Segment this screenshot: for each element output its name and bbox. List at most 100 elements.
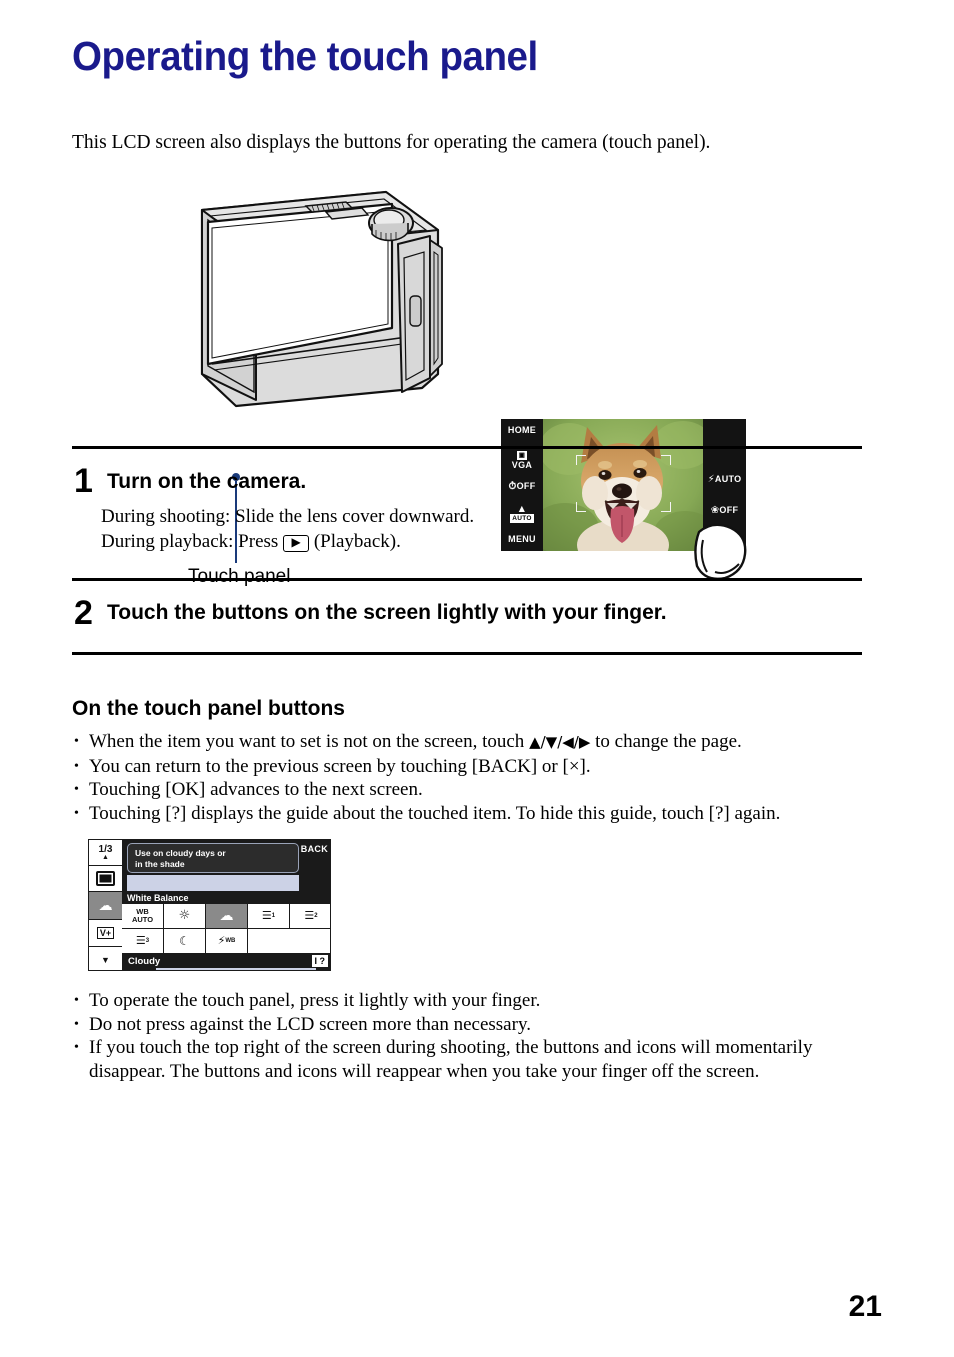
face-detection-label: AUTO [510,514,534,523]
step-1-line-2-post: (Playback). [309,531,401,552]
face-detection-button[interactable]: ▲ AUTO [501,505,543,523]
wb-menu-title: White Balance [127,893,189,903]
intro-paragraph: This LCD screen also displays the button… [72,132,711,153]
menu-button[interactable]: MENU [501,534,543,544]
screen-glyph [96,871,115,886]
wb-preview-strip [127,875,299,891]
wb-auto-option[interactable]: WB AUTO [122,904,164,929]
wb-options-grid: WB AUTO ☼ ☁ ☰ 1 ☰ 2 ☰ 3 ☾ ⚡ WB [122,904,330,954]
wb-fluorescent-2-option[interactable]: ☰ 2 [290,904,330,929]
bullet-list-top: When the item you want to set is not on … [72,730,780,825]
lcd-right-button-rail: ⚡AUTO ❀OFF DISP [703,419,746,551]
step-1-line-2: During playback: Press ▶ (Playback). [101,529,401,554]
af-frame-corner-tr [661,455,671,465]
step-1-heading: Turn on the camera. [107,470,307,493]
white-balance-menu-screenshot: 1/3 ▲ ☁ V+ ▼ Use on cloudy days or in th… [88,839,331,971]
self-timer-icon: ⏱ [508,481,517,492]
wb-guide-tooltip: Use on cloudy days or in the shade [127,843,299,873]
movie-size-label: VGA [511,460,533,470]
movie-size-button[interactable]: ▣ VGA [501,449,543,470]
camera-drawing-svg [200,190,443,408]
wb-status-bar: Cloudy I ? [122,953,330,970]
flash-icon: ⚡ [707,474,715,485]
white-balance-icon[interactable]: ☁ [89,892,122,920]
wb-fluorescent-1-option[interactable]: ☰ 1 [248,904,290,929]
wb-flash-label: WB [225,937,236,944]
playback-button-icon: ▶ [283,535,310,552]
list-item: Touching [?] displays the guide about th… [72,802,780,826]
camera-illustration [186,178,446,413]
af-frame-corner-bl [576,502,586,512]
wb-auto-label: WB AUTO [131,906,154,924]
wb-top-area: Use on cloudy days or in the shade BACK [122,840,330,891]
touch-panel-callout-label: Touch panel [188,566,291,587]
page-indicator[interactable]: 1/3 ▲ [89,840,122,866]
wb-fluorescent-2-label: 2 [314,912,318,919]
wb-flash-option[interactable]: ⚡ WB [206,928,248,953]
wb-guide-line-2: in the shade [135,859,185,869]
af-frame-corner-tl [576,455,586,465]
cloud-icon: ☁ [219,907,234,924]
list-item: Touching [OK] advances to the next scree… [72,778,780,802]
help-button[interactable]: I ? [311,955,328,967]
macro-label: OFF [719,505,739,515]
fluorescent-icon: ☰ [304,908,315,922]
list-item: When the item you want to set is not on … [72,730,780,755]
face-detect-icon: ▲ [518,504,526,513]
lcd-left-button-rail: HOME ▣ VGA ⏱OFF ▲ AUTO MENU [501,419,543,551]
dog-photo-svg [543,419,703,551]
scroll-up-icon: ▲ [102,854,109,861]
direction-arrows-icon: ▲/▼/◀/▶ [529,733,591,751]
flash-icon: ⚡ [217,933,226,947]
divider-below-step-2 [72,652,862,655]
manual-page: Operating the touch panel This LCD scree… [0,0,954,1357]
lcd-screenshot: HOME ▣ VGA ⏱OFF ▲ AUTO MENU ⚡AUTO ❀OFF D… [501,419,746,551]
wb-incandescent-option[interactable]: ☾ [164,928,206,953]
flash-mode-label: AUTO [714,474,742,484]
flash-mode-button[interactable]: ⚡AUTO [703,474,746,485]
display-button[interactable]: DISP [703,534,746,544]
bullet-1-post: to change the page. [590,731,742,752]
macro-button[interactable]: ❀OFF [703,505,746,516]
wb-fluorescent-3-option[interactable]: ☰ 3 [122,928,164,953]
bullet-list-bottom: To operate the touch panel, press it lig… [72,989,889,1083]
step-1-line-2-pre: During playback: Press [101,531,284,552]
bullet-1-pre: When the item you want to set is not on … [89,731,530,752]
incandescent-icon: ☾ [179,933,190,948]
home-button[interactable]: HOME [501,425,543,435]
wb-fluorescent-3-label: 3 [145,937,150,944]
ev-plus-icon[interactable]: V+ [89,920,122,947]
wb-cloudy-option[interactable]: ☁ [206,904,248,929]
af-frame-corner-br [661,502,671,512]
screen-icon[interactable] [89,866,122,892]
list-item: To operate the touch panel, press it lig… [72,989,889,1013]
sun-icon: ☼ [178,907,191,923]
wb-empty-cell [248,929,290,954]
page-title: Operating the touch panel [72,33,538,79]
wb-side-rail: 1/3 ▲ ☁ V+ ▼ [89,840,122,970]
divider-above-step-2 [72,578,862,581]
ev-glyph: V+ [96,927,115,939]
scroll-down-icon[interactable]: ▼ [89,947,122,970]
divider-above-step-1 [72,446,862,449]
wb-status-label: Cloudy [128,956,161,967]
wb-fluorescent-1-label: 1 [271,912,276,919]
wb-daylight-option[interactable]: ☼ [164,904,206,929]
step-1-line-1: During shooting: Slide the lens cover do… [101,506,475,527]
page-number: 21 [848,1290,882,1323]
cloud-glyph: ☁ [98,897,113,914]
back-button[interactable]: BACK [301,844,328,854]
list-item: Do not press against the LCD screen more… [72,1013,889,1037]
lcd-photo [543,419,703,551]
section-heading: On the touch panel buttons [72,697,345,720]
list-item: If you touch the top right of the screen… [72,1036,889,1083]
self-timer-label: OFF [516,481,536,491]
step-2-number: 2 [74,594,93,632]
fluorescent-icon: ☰ [135,933,146,947]
wb-guide-line-1: Use on cloudy days or [135,848,226,858]
movie-icon: ▣ [516,451,528,460]
figure-area: Touch panel HOME ▣ VGA ⏱OFF ▲ AUTO MENU … [0,178,954,587]
wb-progress-bar [156,968,316,970]
self-timer-button[interactable]: ⏱OFF [501,481,543,492]
list-item: You can return to the previous screen by… [72,755,780,779]
